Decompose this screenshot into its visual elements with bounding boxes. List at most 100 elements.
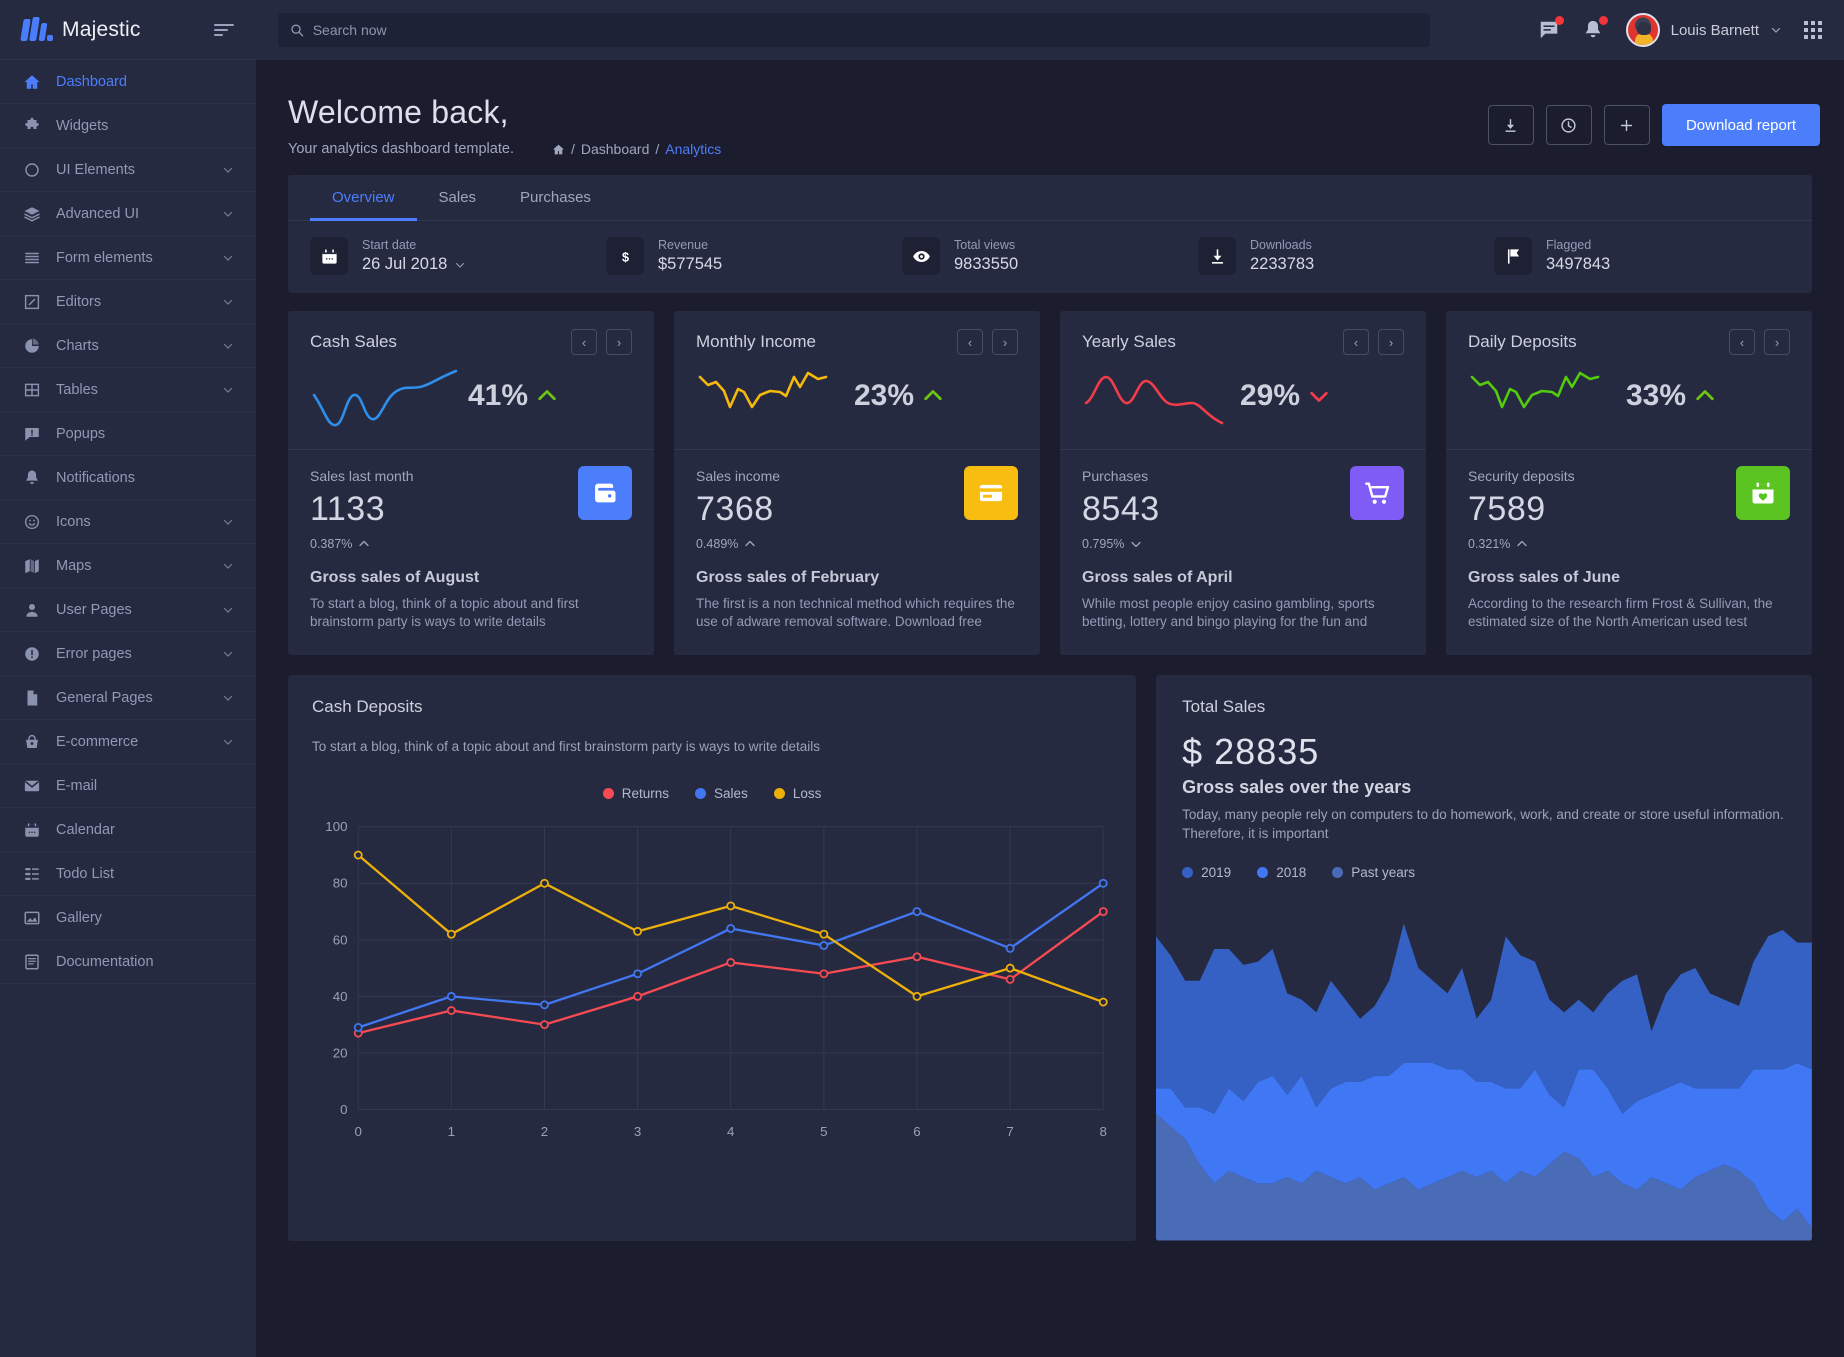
download-report-button[interactable]: Download report	[1661, 104, 1820, 146]
sidebar-item-popups[interactable]: Popups	[0, 412, 256, 456]
stat-start-date: Start date 26 Jul 2018	[310, 237, 606, 275]
sidebar-item-label: Notifications	[56, 469, 135, 486]
area-legend-item-2019[interactable]: 2019	[1182, 865, 1231, 880]
card-next-button[interactable]: ›	[1764, 329, 1790, 355]
home-icon-wrap	[22, 73, 42, 91]
breadcrumb-analytics[interactable]: Analytics	[665, 141, 721, 157]
pie-chart-icon	[25, 338, 39, 353]
svg-text:$: $	[621, 250, 628, 264]
stat-label: Revenue	[658, 238, 709, 252]
legend-item-returns[interactable]: Returns	[602, 786, 669, 801]
sidebar-item-notifications[interactable]: Notifications	[0, 456, 256, 500]
sidebar-item-e-commerce[interactable]: E-commerce	[0, 720, 256, 764]
edit-square-icon	[24, 294, 40, 309]
card-body: Sales last month 1133 0.387% Gross sales of…	[288, 450, 654, 655]
card-trend-up-icon	[924, 390, 942, 401]
sidebar-item-tables[interactable]: Tables	[0, 368, 256, 412]
add-button[interactable]	[1603, 105, 1650, 145]
card-cash-sales: Cash Sales ‹ › 41% Sales last month 1133 0.387…	[288, 311, 654, 655]
smiley-icon-wrap	[22, 513, 42, 531]
sidebar-item-label: Tables	[56, 381, 98, 398]
card-prev-button[interactable]: ‹	[957, 329, 983, 355]
apps-grid-icon[interactable]	[1804, 21, 1822, 39]
breadcrumb-dashboard[interactable]: Dashboard	[581, 141, 650, 157]
download-button[interactable]	[1487, 105, 1534, 145]
card-change-value: 0.489%	[696, 537, 739, 551]
sidebar-item-label: Advanced UI	[56, 205, 140, 222]
circle-icon-wrap	[22, 161, 42, 179]
area-legend-item-2018[interactable]: 2018	[1257, 865, 1306, 880]
card-sparkline-row: 33%	[1446, 359, 1812, 449]
dollar-icon: $	[621, 250, 628, 264]
card-prev-button[interactable]: ‹	[1343, 329, 1369, 355]
history-button[interactable]	[1545, 105, 1592, 145]
notifications-icon[interactable]	[1582, 16, 1608, 41]
stat-value: 9833550	[954, 255, 1018, 274]
layers-icon	[24, 206, 40, 222]
sidebar-item-icons[interactable]: Icons	[0, 500, 256, 544]
stat-value[interactable]: 26 Jul 2018	[362, 255, 466, 274]
home-icon[interactable]	[552, 143, 565, 156]
sidebar-item-gallery[interactable]: Gallery	[0, 896, 256, 940]
sidebar-item-label: Charts	[56, 337, 99, 354]
card-credit-card-icon	[964, 466, 1018, 520]
card-change-down-icon	[1131, 541, 1142, 548]
card-prev-button[interactable]: ‹	[571, 329, 597, 355]
chevron-down-icon	[223, 255, 233, 261]
sidebar-item-todo-list[interactable]: Todo List	[0, 852, 256, 896]
legend-swatch	[1332, 867, 1344, 879]
tab-overview[interactable]: Overview	[310, 175, 417, 221]
card-change: 0.489%	[696, 537, 1018, 551]
alert-circle-icon-wrap	[22, 645, 42, 663]
user-menu[interactable]: Louis Barnett	[1625, 13, 1782, 47]
sidebar-item-label: Form elements	[56, 249, 153, 266]
svg-text:4: 4	[727, 1124, 735, 1139]
book-icon-wrap	[22, 953, 42, 971]
area-legend-item-past-years[interactable]: Past years	[1332, 865, 1415, 880]
total-sales-area-chart	[1156, 924, 1812, 1241]
message-alert-icon	[25, 427, 39, 441]
legend-item-loss[interactable]: Loss	[773, 786, 821, 801]
tab-purchases[interactable]: Purchases	[498, 175, 613, 221]
card-calendar-heart-icon	[1736, 466, 1790, 520]
sidebar-item-label: UI Elements	[56, 161, 135, 178]
messages-icon[interactable]	[1538, 16, 1564, 41]
stat-value-text: 9833550	[954, 255, 1019, 273]
card-body: Sales income 7368 0.489% Gross sales of Feb…	[674, 450, 1040, 655]
sidebar-item-general-pages[interactable]: General Pages	[0, 676, 256, 720]
card-title: Monthly Income	[696, 332, 816, 351]
card-body-desc: To start a blog, think of a topic about …	[310, 596, 579, 629]
card-next-button[interactable]: ›	[992, 329, 1018, 355]
sidebar-item-widgets[interactable]: Widgets	[0, 104, 256, 148]
sidebar-item-ui-elements[interactable]: UI Elements	[0, 148, 256, 192]
sidebar-item-dashboard[interactable]: Dashboard	[0, 60, 256, 104]
sidebar-item-label: E-commerce	[56, 733, 139, 750]
legend-item-sales[interactable]: Sales	[695, 786, 748, 801]
legend-label: Sales	[714, 785, 748, 801]
sidebar-item-error-pages[interactable]: Error pages	[0, 632, 256, 676]
stat-label: Total views	[954, 238, 1016, 252]
sidebar-item-maps[interactable]: Maps	[0, 544, 256, 588]
search-input[interactable]	[312, 22, 1418, 38]
total-sales-panel: Total Sales $ 28835 Gross sales over the…	[1156, 674, 1812, 1241]
card-wallet-icon	[578, 466, 632, 520]
card-body-desc: The first is a non technical method whic…	[696, 596, 1015, 629]
card-next-button[interactable]: ›	[1378, 329, 1404, 355]
sidebar-item-editors[interactable]: Editors	[0, 280, 256, 324]
download-icon-badge	[1198, 237, 1236, 275]
sidebar-item-label: E-mail	[56, 777, 98, 794]
sidebar-item-form-elements[interactable]: Form elements	[0, 236, 256, 280]
card-body-title: Gross sales of April	[1082, 569, 1233, 586]
sidebar-item-documentation[interactable]: Documentation	[0, 940, 256, 984]
search-box[interactable]	[278, 13, 1430, 47]
sidebar-item-advanced-ui[interactable]: Advanced UI	[0, 192, 256, 236]
sidebar-item-charts[interactable]: Charts	[0, 324, 256, 368]
notifications-badge	[1598, 16, 1608, 25]
card-prev-button[interactable]: ‹	[1729, 329, 1755, 355]
sidebar-item-user-pages[interactable]: User Pages	[0, 588, 256, 632]
sidebar-toggle-icon[interactable]	[214, 23, 234, 36]
sidebar-item-calendar[interactable]: Calendar	[0, 808, 256, 852]
tab-sales[interactable]: Sales	[417, 175, 499, 221]
card-next-button[interactable]: ›	[606, 329, 632, 355]
sidebar-item-e-mail[interactable]: E-mail	[0, 764, 256, 808]
